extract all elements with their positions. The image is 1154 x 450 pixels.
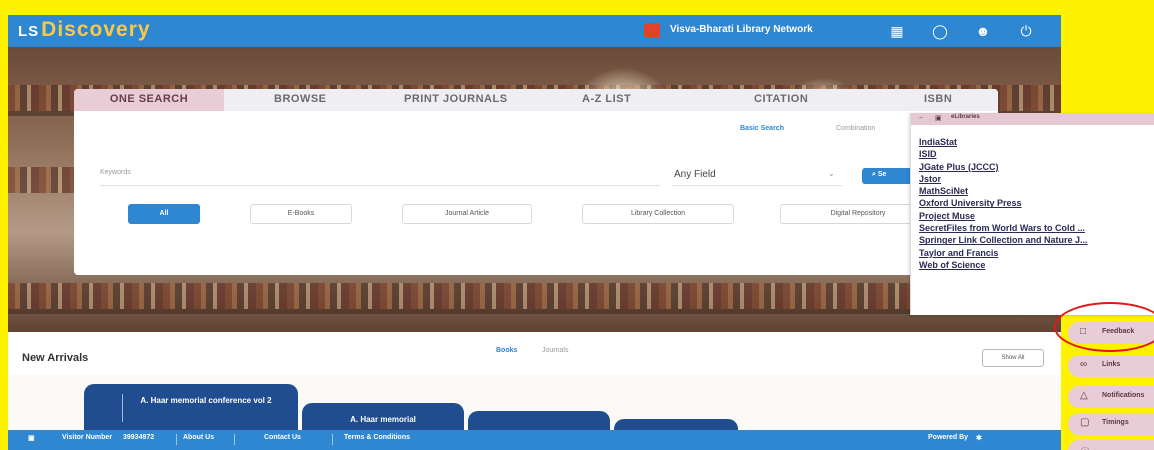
- elibrary-link[interactable]: Web of Science: [919, 260, 1088, 272]
- elibrary-link[interactable]: JGate Plus (JCCC): [919, 162, 1088, 174]
- links-icon: ∞: [1080, 359, 1088, 370]
- elibrary-link[interactable]: MathSciNet: [919, 186, 1088, 198]
- elibrary-link[interactable]: SecretFiles from World Wars to Cold ...: [919, 223, 1088, 235]
- field-underline: [672, 185, 842, 186]
- search-card: ONE SEARCH BROWSE PRINT JOURNALS A-Z LIS…: [74, 89, 998, 275]
- elibraries-popup: ← ▣ eLibraries IndiaStat ISID JGate Plus…: [910, 113, 1154, 315]
- combination-search-link[interactable]: Combination: [836, 125, 875, 132]
- elibraries-popup-header: ← ▣ eLibraries: [911, 113, 1154, 125]
- elibraries-list: IndiaStat ISID JGate Plus (JCCC) Jstor M…: [919, 137, 1088, 272]
- filter-journal-article[interactable]: Journal Article: [402, 204, 532, 224]
- message-icon: ▢: [1080, 417, 1090, 428]
- visitor-icon: ▣: [28, 435, 35, 442]
- book-title: A. Haar memorial conference vol 2: [140, 396, 272, 405]
- notifications-button[interactable]: △ Notifications: [1068, 386, 1154, 408]
- elibrary-link[interactable]: Project Muse: [919, 211, 1088, 223]
- links-button[interactable]: ∞ Links: [1068, 355, 1154, 377]
- about-us-link[interactable]: About Us: [183, 434, 214, 441]
- tab-journals[interactable]: Journals: [542, 347, 568, 354]
- book-title: A. Haar memorial: [350, 415, 416, 424]
- highlight-circle: [1054, 302, 1154, 352]
- footer: ▣ Visitor Number 39934972 About Us Conta…: [8, 430, 1061, 450]
- tab-browse[interactable]: BROWSE: [274, 93, 327, 105]
- tab-print-journals[interactable]: PRINT JOURNALS: [404, 93, 508, 105]
- info-button[interactable]: ⓘ: [1068, 440, 1154, 450]
- elibrary-link[interactable]: IndiaStat: [919, 137, 1088, 149]
- timings-label: Timings: [1102, 419, 1129, 426]
- elibraries-title: eLibraries: [951, 114, 980, 120]
- logo-prefix: LS: [18, 23, 40, 40]
- footer-divider: [234, 434, 235, 445]
- power-icon[interactable]: ⏻: [1017, 22, 1035, 40]
- elibrary-link[interactable]: Taylor and Francis: [919, 248, 1088, 260]
- tab-books[interactable]: Books: [496, 347, 517, 354]
- terms-link[interactable]: Terms & Conditions: [344, 434, 410, 441]
- elibrary-link[interactable]: Oxford University Press: [919, 198, 1088, 210]
- vendor-logo-icon: ✱: [976, 435, 982, 442]
- powered-by-label: Powered By: [928, 434, 969, 441]
- bookshelf-row: [8, 167, 74, 193]
- basic-search-link[interactable]: Basic Search: [740, 125, 784, 132]
- grid-icon[interactable]: ▦: [888, 22, 906, 40]
- filter-all[interactable]: All: [128, 204, 200, 224]
- show-all-button[interactable]: Show All: [982, 349, 1044, 367]
- contact-us-link[interactable]: Contact Us: [264, 434, 301, 441]
- new-arrivals-header: [8, 332, 1061, 374]
- user-icon[interactable]: ☻: [974, 22, 992, 40]
- field-select[interactable]: Any Field: [674, 169, 716, 180]
- elibrary-link[interactable]: Jstor: [919, 174, 1088, 186]
- logo[interactable]: LSDiscovery: [18, 18, 151, 42]
- visitor-label: Visitor Number: [62, 434, 113, 441]
- timings-button[interactable]: ▢ Timings: [1068, 413, 1154, 435]
- shelf: [8, 309, 1061, 314]
- footer-divider: [332, 434, 333, 445]
- logo-text: Discovery: [41, 18, 151, 41]
- search-tabs: ONE SEARCH BROWSE PRINT JOURNALS A-Z LIS…: [74, 89, 998, 111]
- top-bar: LSDiscovery Visva-Bharati Library Networ…: [8, 15, 1061, 47]
- library-network-name[interactable]: Visva-Bharati Library Network: [670, 24, 813, 35]
- filter-ebooks[interactable]: E-Books: [250, 204, 352, 224]
- elibrary-link[interactable]: Springer Link Collection and Nature J...: [919, 235, 1088, 247]
- filter-library-collection[interactable]: Library Collection: [582, 204, 734, 224]
- bell-icon: △: [1080, 390, 1088, 401]
- tab-citation[interactable]: CITATION: [754, 93, 808, 105]
- tab-a-z-list[interactable]: A-Z LIST: [582, 93, 631, 105]
- info-icon: ⓘ: [1080, 444, 1090, 450]
- tab-one-search[interactable]: ONE SEARCH: [74, 89, 224, 111]
- elibrary-link[interactable]: ISID: [919, 149, 1088, 161]
- library-flag-icon: [644, 23, 660, 38]
- links-label: Links: [1102, 361, 1121, 368]
- back-arrow-icon[interactable]: ←: [918, 114, 925, 121]
- app-frame: LSDiscovery Visva-Bharati Library Networ…: [8, 15, 1061, 450]
- ebook-icon[interactable]: ◯: [931, 22, 949, 40]
- footer-divider: [176, 434, 177, 445]
- tab-isbn[interactable]: ISBN: [924, 93, 952, 105]
- keywords-underline: [100, 185, 660, 186]
- bookshelf-row: [8, 283, 1061, 309]
- search-button-label: Se: [877, 171, 887, 178]
- notifications-label: Notifications: [1102, 392, 1145, 399]
- new-arrivals-title: New Arrivals: [22, 352, 89, 364]
- chevron-down-icon[interactable]: ⌄: [828, 169, 835, 178]
- visitor-count: 39934972: [123, 434, 155, 441]
- keywords-input[interactable]: Keywords: [100, 169, 131, 176]
- ebook-icon: ▣: [935, 115, 942, 122]
